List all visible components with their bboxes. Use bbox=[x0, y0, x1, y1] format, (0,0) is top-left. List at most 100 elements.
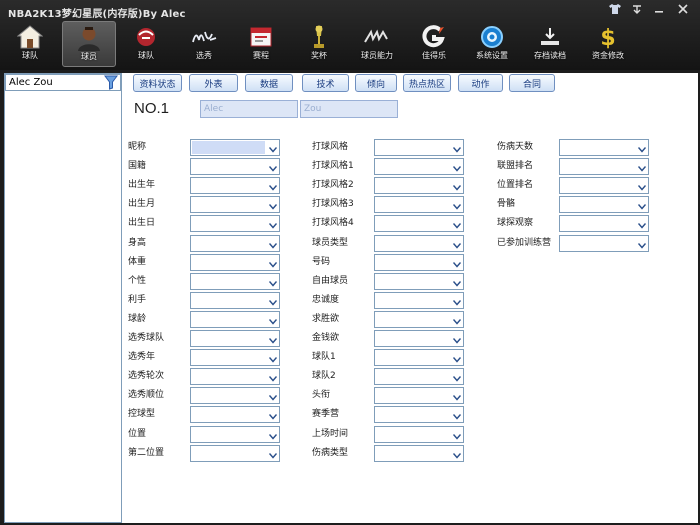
chevron-down-icon bbox=[268, 336, 278, 344]
field-dropdown[interactable] bbox=[559, 235, 649, 252]
field-dropdown[interactable] bbox=[374, 177, 464, 194]
minimize-icon[interactable] bbox=[648, 2, 670, 16]
last-name-field[interactable]: Zou bbox=[300, 100, 398, 118]
save-icon bbox=[535, 24, 565, 50]
dropdown-value bbox=[376, 217, 449, 230]
toolbar-button-player[interactable]: 球员 bbox=[62, 21, 116, 67]
field-dropdown[interactable] bbox=[374, 311, 464, 328]
toolbar-button-schedule[interactable]: 赛程 bbox=[234, 21, 288, 67]
tab-7[interactable]: 合同 bbox=[509, 74, 555, 92]
field-label: 选秀年 bbox=[128, 352, 156, 362]
field-label: 求胜欲 bbox=[312, 314, 340, 324]
dropdown-value bbox=[376, 160, 449, 173]
toolbar-button-settings[interactable]: 系统设置 bbox=[465, 21, 519, 67]
chevron-down-icon bbox=[637, 164, 647, 172]
field-dropdown[interactable] bbox=[374, 330, 464, 347]
field-dropdown[interactable] bbox=[190, 235, 280, 252]
toolbar-button-save[interactable]: 存档读档 bbox=[523, 21, 577, 67]
tab-2[interactable]: 数据 bbox=[245, 74, 293, 92]
chevron-down-icon bbox=[268, 164, 278, 172]
player-number-label: NO.1 bbox=[134, 100, 170, 117]
chevron-down-icon bbox=[452, 317, 462, 325]
field-label: 球龄 bbox=[128, 314, 147, 324]
dropdown-value bbox=[561, 179, 634, 192]
chevron-down-icon bbox=[452, 221, 462, 229]
field-dropdown[interactable] bbox=[190, 139, 280, 156]
field-dropdown[interactable] bbox=[190, 196, 280, 213]
tab-6[interactable]: 动作 bbox=[458, 74, 503, 92]
shirt-icon[interactable] bbox=[604, 2, 626, 16]
toolbar-button-gatorade[interactable]: 佳得乐 bbox=[407, 21, 461, 67]
chevron-down-icon bbox=[268, 221, 278, 229]
field-dropdown[interactable] bbox=[374, 368, 464, 385]
field-dropdown[interactable] bbox=[559, 177, 649, 194]
field-dropdown[interactable] bbox=[374, 426, 464, 443]
field-dropdown[interactable] bbox=[190, 158, 280, 175]
field-dropdown[interactable] bbox=[374, 139, 464, 156]
field-dropdown[interactable] bbox=[190, 254, 280, 271]
toolbar-button-draft[interactable]: 选秀 bbox=[177, 21, 231, 67]
chevron-down-icon bbox=[452, 393, 462, 401]
toolbar-button-trophy[interactable]: 奖杯 bbox=[292, 21, 346, 67]
field-label: 控球型 bbox=[128, 409, 156, 419]
field-dropdown[interactable] bbox=[190, 406, 280, 423]
window-controls bbox=[604, 2, 696, 16]
field-label: 打球风格3 bbox=[312, 199, 354, 209]
field-dropdown[interactable] bbox=[374, 387, 464, 404]
field-dropdown[interactable] bbox=[374, 273, 464, 290]
field-dropdown[interactable] bbox=[190, 349, 280, 366]
close-icon[interactable] bbox=[670, 2, 696, 16]
toolbar-button-money[interactable]: $ 资金修改 bbox=[581, 21, 635, 67]
field-dropdown[interactable] bbox=[374, 406, 464, 423]
field-dropdown[interactable] bbox=[374, 158, 464, 175]
dropdown-value bbox=[192, 428, 265, 441]
field-dropdown[interactable] bbox=[190, 330, 280, 347]
field-dropdown[interactable] bbox=[190, 177, 280, 194]
first-name-field[interactable]: Alec bbox=[200, 100, 298, 118]
field-label: 球队2 bbox=[312, 371, 336, 381]
field-dropdown[interactable] bbox=[559, 139, 649, 156]
field-dropdown[interactable] bbox=[190, 368, 280, 385]
toolbar-button-ability[interactable]: 球员能力 bbox=[350, 21, 404, 67]
dropdown-value bbox=[376, 408, 449, 421]
field-dropdown[interactable] bbox=[190, 273, 280, 290]
field-dropdown[interactable] bbox=[374, 215, 464, 232]
chevron-down-icon bbox=[268, 279, 278, 287]
pin-icon[interactable] bbox=[626, 2, 648, 16]
tab-4[interactable]: 倾向 bbox=[355, 74, 397, 92]
field-label: 选秀顺位 bbox=[128, 390, 165, 400]
field-dropdown[interactable] bbox=[190, 426, 280, 443]
field-dropdown[interactable] bbox=[190, 292, 280, 309]
chevron-down-icon bbox=[268, 260, 278, 268]
field-dropdown[interactable] bbox=[190, 311, 280, 328]
player-list-panel bbox=[4, 73, 122, 523]
chevron-down-icon bbox=[268, 241, 278, 249]
tab-0[interactable]: 资料状态 bbox=[133, 74, 182, 92]
dropdown-value bbox=[376, 351, 449, 364]
field-dropdown[interactable] bbox=[559, 215, 649, 232]
field-dropdown[interactable] bbox=[559, 158, 649, 175]
dropdown-value bbox=[376, 294, 449, 307]
field-dropdown[interactable] bbox=[374, 196, 464, 213]
field-dropdown[interactable] bbox=[374, 349, 464, 366]
tab-1[interactable]: 外表 bbox=[189, 74, 238, 92]
field-dropdown[interactable] bbox=[190, 387, 280, 404]
field-label: 出生年 bbox=[128, 180, 156, 190]
field-label: 身高 bbox=[128, 238, 147, 248]
field-label: 号码 bbox=[312, 257, 331, 267]
field-dropdown[interactable] bbox=[559, 196, 649, 213]
field-dropdown[interactable] bbox=[374, 292, 464, 309]
field-dropdown[interactable] bbox=[374, 254, 464, 271]
toolbar-button-team[interactable]: 球队 bbox=[3, 21, 57, 67]
tab-3[interactable]: 技术 bbox=[302, 74, 349, 92]
filter-icon[interactable] bbox=[104, 75, 118, 90]
toolbar-button-team-logo[interactable]: 球队 bbox=[119, 21, 173, 67]
field-label: 出生月 bbox=[128, 199, 156, 209]
field-dropdown[interactable] bbox=[190, 215, 280, 232]
field-label: 第二位置 bbox=[128, 448, 165, 458]
field-dropdown[interactable] bbox=[374, 445, 464, 462]
field-dropdown[interactable] bbox=[374, 235, 464, 252]
field-dropdown[interactable] bbox=[190, 445, 280, 462]
tab-5[interactable]: 热点热区 bbox=[403, 74, 451, 92]
dropdown-value bbox=[376, 179, 449, 192]
